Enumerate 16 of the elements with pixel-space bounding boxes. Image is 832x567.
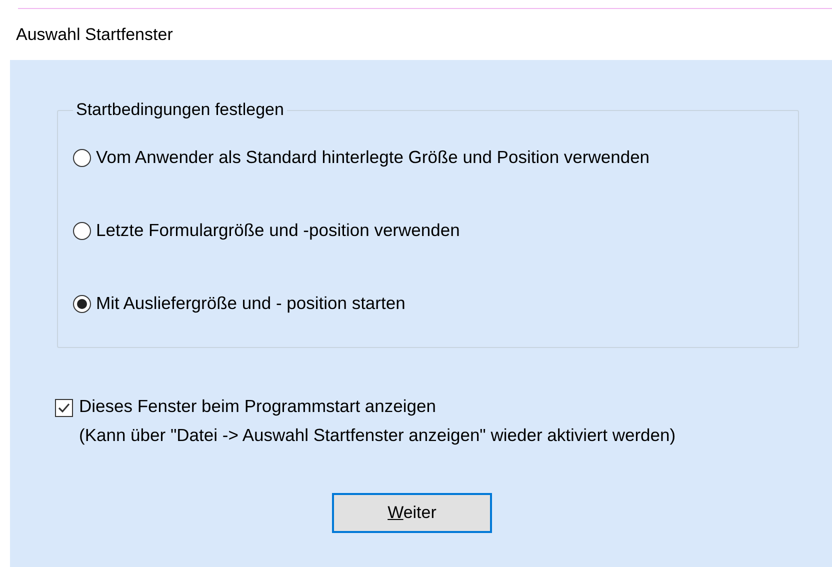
radio-label: Vom Anwender als Standard hinterlegte Größe und Position verwenden: [96, 147, 650, 168]
next-button[interactable]: Weiter: [332, 493, 492, 533]
group-title: Startbedingungen festlegen: [75, 100, 285, 120]
radio-option[interactable]: Vom Anwender als Standard hinterlegte Größe und Position verwenden: [73, 147, 788, 168]
radio-button[interactable]: [73, 148, 91, 166]
radio-label: Mit Ausliefergröße und - position starten: [96, 293, 406, 314]
radio-option[interactable]: Mit Ausliefergröße und - position starten: [73, 293, 788, 314]
radio-option[interactable]: Letzte Formulargröße und -position verwenden: [73, 220, 788, 241]
checkmark-icon: [57, 401, 71, 415]
hint-text: (Kann über "Datei -> Auswahl Startfenster anzeigen" wieder aktiviert werden): [79, 425, 676, 446]
radio-button[interactable]: [73, 294, 91, 312]
checkbox-label: Dieses Fenster beim Programmstart anzeigen: [79, 396, 437, 417]
radio-label: Letzte Formulargröße und -position verwenden: [96, 220, 460, 241]
checkbox[interactable]: [55, 399, 73, 417]
radio-button[interactable]: [73, 222, 91, 240]
window-title: Auswahl Startfenster: [16, 24, 173, 44]
